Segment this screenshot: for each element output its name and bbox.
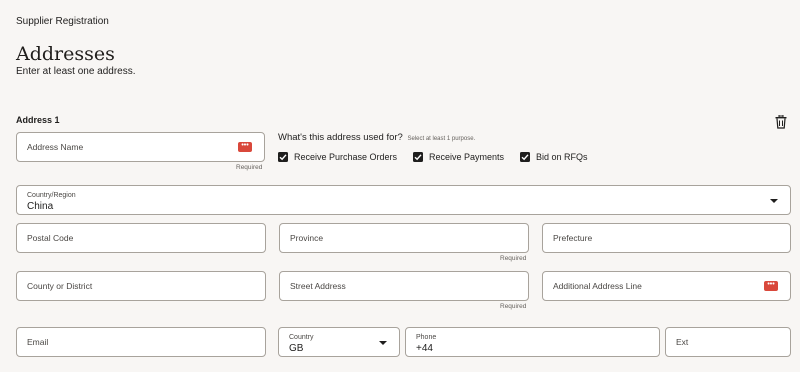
checkbox-label: Receive Purchase Orders [294,152,398,162]
province-input[interactable]: Province [279,223,529,253]
country-value: GB [289,343,304,354]
county-district-input[interactable]: County or District [16,271,266,301]
country-region-select[interactable]: Country/Region China [16,185,791,215]
password-dots-icon[interactable]: ••• [764,281,778,291]
trash-icon[interactable] [775,114,787,129]
check-icon [278,152,288,162]
country-code-select[interactable]: Country GB [278,327,400,357]
ext-input[interactable]: Ext [665,327,791,357]
county-placeholder: County or District [27,281,93,291]
chevron-down-icon [379,341,387,345]
additional-address-input[interactable]: Additional Address Line ••• [542,271,791,301]
postal-code-input[interactable]: Postal Code [16,223,266,253]
email-placeholder: Email [27,337,49,347]
phone-input[interactable]: Phone +44 [405,327,660,357]
checkbox-label: Receive Payments [429,152,505,162]
page-subtitle: Enter at least one address. [16,66,136,77]
password-dots-icon[interactable]: ••• [238,142,252,152]
purpose-hint: Select at least 1 purpose. [407,136,476,142]
purpose-question: What's this address used for? Select at … [278,132,475,143]
province-placeholder: Province [290,233,324,243]
province-required: Required [500,255,527,262]
prefecture-placeholder: Prefecture [553,233,593,243]
page-title: Addresses [16,43,115,65]
checkbox-label: Bid on RFQs [536,152,588,162]
prefecture-input[interactable]: Prefecture [542,223,791,253]
phone-label: Phone [416,334,437,341]
country-region-value: China [27,201,54,212]
check-icon [413,152,423,162]
country-region-label: Country/Region [27,192,76,199]
additional-placeholder: Additional Address Line [553,281,642,291]
purpose-question-text: What's this address used for? [278,132,403,143]
street-required: Required [500,303,527,310]
country-label: Country [289,334,314,341]
street-address-input[interactable]: Street Address [279,271,529,301]
address-name-input[interactable]: Address Name ••• [16,132,265,162]
phone-value: +44 [416,343,433,354]
section-title: Address 1 [16,115,60,125]
checkbox-receive-purchase-orders[interactable]: Receive Purchase Orders [278,152,397,162]
chevron-down-icon [770,199,778,203]
address-name-placeholder: Address Name [27,142,84,152]
email-input[interactable]: Email [16,327,266,357]
app-title: Supplier Registration [16,16,109,27]
ext-placeholder: Ext [676,337,689,347]
check-icon [520,152,530,162]
checkbox-receive-payments[interactable]: Receive Payments [413,152,504,162]
checkbox-bid-on-rfqs[interactable]: Bid on RFQs [520,152,588,162]
street-placeholder: Street Address [290,281,346,291]
address-name-required: Required [236,164,263,171]
postal-code-placeholder: Postal Code [27,233,74,243]
